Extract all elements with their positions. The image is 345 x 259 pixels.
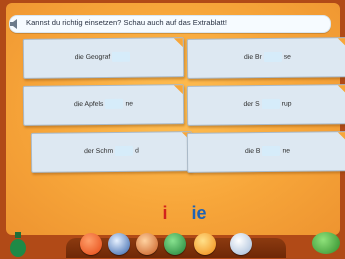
- word-card-text: der Schm d: [32, 145, 191, 157]
- word-before: der S: [243, 100, 260, 109]
- choice-ie[interactable]: ie: [188, 202, 210, 224]
- word-after: ne: [282, 147, 291, 155]
- word-before: die Br: [243, 53, 262, 62]
- word-after: d: [135, 147, 139, 155]
- drop-gap[interactable]: [263, 51, 282, 63]
- drop-gap[interactable]: [261, 98, 280, 110]
- task-instruction: Kannst du richtig einsetzen? Schau auch …: [26, 18, 227, 27]
- word-after: se: [283, 53, 291, 61]
- word-card-text: die Geograf: [24, 51, 183, 63]
- word-after: rup: [281, 100, 292, 108]
- task-bar: Kannst du richtig einsetzen? Schau auch …: [9, 15, 331, 33]
- drop-gap[interactable]: [115, 145, 134, 156]
- word-after: ne: [125, 100, 134, 108]
- bottle-icon[interactable]: [8, 230, 28, 258]
- globe-icon[interactable]: [164, 233, 186, 255]
- word-card[interactable]: die Geograf: [22, 37, 185, 79]
- word-before: der Schm: [84, 147, 114, 156]
- word-before: die Apfels: [73, 100, 104, 109]
- bottom-toolbar: [0, 228, 345, 259]
- choice-ie-label: ie: [191, 203, 207, 223]
- word-card-text: die B ne: [188, 145, 345, 157]
- word-card[interactable]: die Br se: [186, 37, 345, 79]
- word-card-text: der S rup: [188, 98, 345, 110]
- exercise-board: Kannst du richtig einsetzen? Schau auch …: [6, 3, 345, 235]
- drop-gap[interactable]: [262, 145, 281, 157]
- word-card[interactable]: der Schm d: [30, 131, 193, 173]
- speaker-icon[interactable]: [8, 17, 22, 31]
- drop-gap[interactable]: [105, 98, 124, 109]
- word-card-text: die Apfels ne: [24, 98, 183, 110]
- music-icon[interactable]: [194, 233, 216, 255]
- drop-gap[interactable]: [112, 51, 131, 62]
- home-icon[interactable]: [80, 233, 102, 255]
- word-card[interactable]: der S rup: [186, 84, 345, 126]
- word-before: die B: [244, 147, 261, 156]
- word-before: die Geograf: [74, 53, 111, 62]
- speaker-button-icon[interactable]: [136, 233, 158, 255]
- page-icon[interactable]: [230, 233, 252, 255]
- app-stage: Kannst du richtig einsetzen? Schau auch …: [0, 0, 345, 259]
- choice-i[interactable]: i: [154, 202, 176, 224]
- choice-i-label: i: [162, 203, 168, 223]
- word-card[interactable]: die Apfels ne: [22, 84, 185, 126]
- word-card-text: die Br se: [188, 51, 345, 63]
- check-icon[interactable]: [312, 232, 340, 254]
- keyboard-icon[interactable]: [108, 233, 130, 255]
- word-card[interactable]: die B ne: [186, 131, 345, 173]
